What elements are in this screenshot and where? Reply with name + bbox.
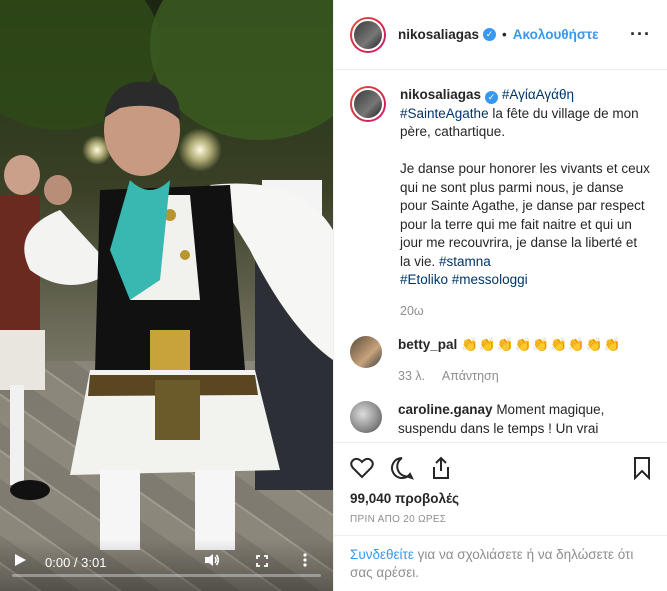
comments-list[interactable]: nikosaliagas ✓ #ΑγίαΑγάθη #SainteAgathe l… [334,70,667,442]
hashtag-link[interactable]: #stamna [439,254,491,269]
video-progress-bar[interactable] [12,574,321,577]
bookmark-icon[interactable] [633,456,651,480]
view-count[interactable]: 99,040 προβολές [350,491,651,506]
heart-icon[interactable] [350,457,374,479]
caption-content: la fête du village de mon père, catharti… [400,105,650,269]
caption-avatar[interactable] [350,86,386,122]
post-panel: nikosaliagas ✓ • Ακολουθήστε ··· nikosal… [333,0,667,591]
hashtag-link[interactable]: #ΑγίαΑγάθη [502,87,574,102]
more-vertical-icon[interactable] [303,553,307,571]
video-player[interactable]: 0:00 / 3:01 [0,0,333,591]
hashtag-link[interactable]: #messologgi [452,272,528,287]
comment-meta: 33 λ. Απάντηση [398,367,621,386]
comment-body: caroline.ganay Moment magique, suspendu … [398,401,651,438]
follow-button[interactable]: Ακολουθήστε [513,27,599,42]
play-icon[interactable] [14,553,27,571]
comment-age[interactable]: 33 λ. [398,369,425,383]
comment-item: betty_pal 👏👏👏👏👏👏👏👏👏 33 λ. Απάντηση [350,336,651,385]
post-header: nikosaliagas ✓ • Ακολουθήστε ··· [334,0,667,70]
header-username[interactable]: nikosaliagas [398,27,479,42]
caption-body: nikosaliagas ✓ #ΑγίαΑγάθη #SainteAgathe l… [400,86,651,320]
instagram-post: 0:00 / 3:01 nikosaliagas ✓ • Ακολουθήστε… [0,0,667,591]
share-icon[interactable] [430,456,452,480]
avatar[interactable] [350,401,382,433]
verified-badge-icon: ✓ [483,28,497,41]
hashtag-link[interactable]: #SainteAgathe [400,106,489,121]
fullscreen-icon[interactable] [256,554,268,571]
comment-username[interactable]: caroline.ganay [398,402,493,417]
caption-age[interactable]: 20ω [400,302,651,321]
volume-icon[interactable] [204,553,220,571]
avatar[interactable] [350,16,386,53]
caption-username[interactable]: nikosaliagas [400,87,481,102]
caption-text: nikosaliagas ✓ #ΑγίαΑγάθη #SainteAgathe l… [400,86,651,290]
hashtag-link[interactable]: #Etoliko [400,272,448,287]
avatar[interactable] [350,336,382,368]
post-timestamp[interactable]: ΠΡΙΝ ΑΠΟ 20 ΩΡΕΣ [350,514,651,525]
video-time: 0:00 / 3:01 [45,555,107,570]
caption: nikosaliagas ✓ #ΑγίαΑγάθη #SainteAgathe l… [350,86,651,320]
comment-text: 👏👏👏👏👏👏👏👏👏 [461,337,622,352]
dancer-figure [0,81,333,550]
action-icons [350,453,651,483]
comment-item: caroline.ganay Moment magique, suspendu … [350,401,651,438]
reply-button[interactable]: Απάντηση [442,369,499,383]
separator-dot: • [502,27,507,42]
verified-badge-icon: ✓ [485,91,499,104]
comment-username[interactable]: betty_pal [398,337,457,352]
login-prompt: Συνδεθείτε για να σχολιάσετε ή να δηλώσε… [334,535,667,591]
login-link[interactable]: Συνδεθείτε [350,547,414,562]
more-options-icon[interactable]: ··· [630,24,651,45]
comment-icon[interactable] [390,456,414,480]
video-controls: 0:00 / 3:01 [0,539,333,591]
comment-body: betty_pal 👏👏👏👏👏👏👏👏👏 33 λ. Απάντηση [398,336,621,385]
